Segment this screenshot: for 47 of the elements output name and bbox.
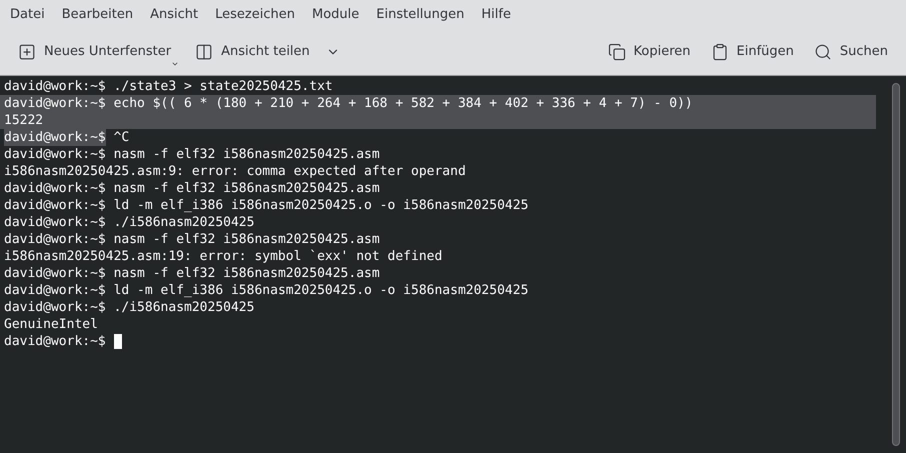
menu-item[interactable]: Bearbeiten bbox=[54, 5, 140, 25]
toolbar-button[interactable]: Neues Unterfenster bbox=[10, 36, 180, 68]
output-text: GenuineIntel bbox=[4, 316, 98, 333]
caret-icon bbox=[171, 60, 180, 68]
prompt: david@work:~$ bbox=[4, 197, 106, 214]
command-text: ./i586nasm20250425 bbox=[112, 214, 254, 231]
command-text: echo $(( 6 * (180 + 210 + 264 + 168 + 582 + 384 + 402 + 336 + 4 + 7) - 0)) bbox=[112, 95, 693, 112]
split-view-icon bbox=[195, 43, 214, 61]
prompt: david@work:~$ bbox=[4, 282, 106, 299]
search-icon bbox=[814, 43, 832, 61]
prompt: david@work:~$ bbox=[4, 265, 106, 282]
prompt: david@work:~$ bbox=[4, 95, 106, 112]
prompt: david@work:~$ bbox=[4, 146, 106, 163]
toolbar-button[interactable]: Kopieren bbox=[600, 36, 698, 68]
output-text: 15222 bbox=[4, 112, 44, 129]
copy-icon bbox=[608, 43, 626, 61]
command-text: ld -m elf_i386 i586nasm20250425.o -o i586nasm20250425 bbox=[112, 197, 528, 214]
menu-item[interactable]: Datei bbox=[3, 5, 52, 25]
menu-item[interactable]: Hilfe bbox=[474, 5, 518, 25]
command-text: ./state3 > state20250425.txt bbox=[112, 78, 333, 95]
command-text: nasm -f elf32 i586nasm20250425.asm bbox=[112, 180, 380, 197]
prompt: david@work:~$ bbox=[4, 333, 106, 350]
menu-item[interactable]: Einstellungen bbox=[369, 5, 472, 25]
prompt: david@work:~$ bbox=[4, 78, 106, 95]
prompt: david@work:~$ bbox=[4, 180, 106, 197]
command-text: nasm -f elf32 i586nasm20250425.asm bbox=[112, 265, 380, 282]
menu-item[interactable]: Module bbox=[304, 5, 366, 25]
command-text: ^C bbox=[112, 129, 130, 146]
prompt: david@work:~$ bbox=[4, 299, 106, 316]
toolbar-button[interactable]: Suchen bbox=[806, 36, 896, 68]
scrollbar[interactable] bbox=[892, 83, 900, 446]
command-text: nasm -f elf32 i586nasm20250425.asm bbox=[112, 146, 380, 163]
prompt: david@work:~$ bbox=[4, 129, 106, 146]
output-text: i586nasm20250425.asm:9: error: comma expected after operand bbox=[4, 163, 466, 180]
prompt: david@work:~$ bbox=[4, 231, 106, 248]
menu-item[interactable]: Ansicht bbox=[143, 5, 206, 25]
toolbar-button[interactable]: Einfügen bbox=[702, 36, 802, 68]
new-window-icon bbox=[18, 43, 36, 61]
clipboard-icon bbox=[710, 43, 728, 61]
menu-item[interactable]: Lesezeichen bbox=[208, 5, 302, 25]
command-text: nasm -f elf32 i586nasm20250425.asm bbox=[112, 231, 380, 248]
command-text: ld -m elf_i386 i586nasm20250425.o -o i586nasm20250425 bbox=[112, 282, 528, 299]
toolbar-button[interactable]: Ansicht teilen bbox=[187, 36, 348, 68]
prompt: david@work:~$ bbox=[4, 214, 106, 231]
output-text: i586nasm20250425.asm:19: error: symbol `exx' not defined bbox=[4, 248, 442, 265]
command-text: ./i586nasm20250425 bbox=[112, 299, 254, 316]
terminal-area[interactable] bbox=[0, 75, 906, 453]
